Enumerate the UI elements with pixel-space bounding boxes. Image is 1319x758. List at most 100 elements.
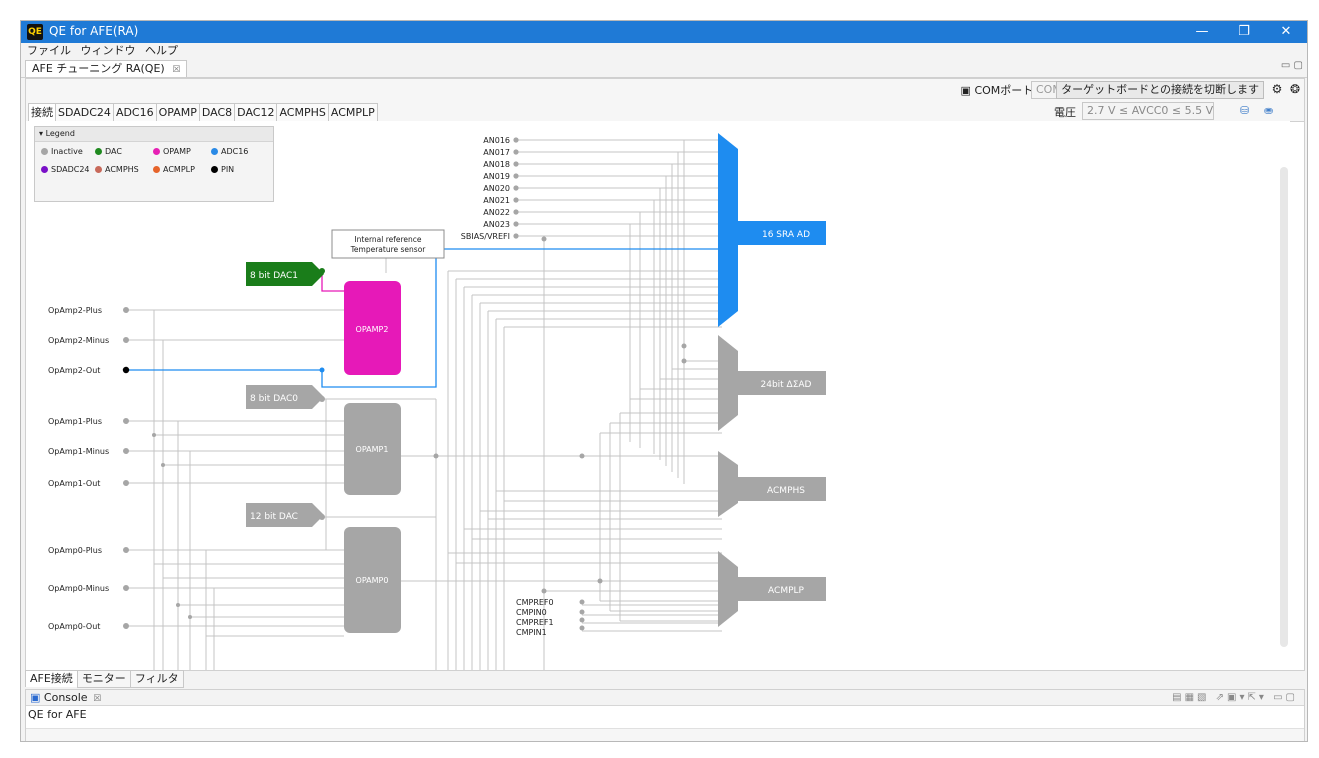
close-console-icon[interactable]: ☒ [93,694,101,704]
editor-tab-afe-tuning[interactable]: AFE チューニング RA(QE) ☒ [25,60,188,77]
internal-ref-label: Internal reference [354,235,421,244]
menu-help[interactable]: ヘルプ [145,43,178,59]
tab-connection[interactable]: 接続 [28,103,56,121]
dac12-label: 12 bit DAC [250,512,298,522]
active-adc-wire [126,248,722,388]
menu-window[interactable]: ウィンドウ [81,43,136,59]
adc16-label: 16 SRA AD [762,230,810,240]
voltage-select[interactable]: 2.7 V ≤ AVCC0 ≤ 5.5 V [1082,102,1214,120]
vertical-scrollbar[interactable] [1280,167,1288,647]
an-label: AN021 [483,196,510,205]
help-icon[interactable]: ❂ [1288,82,1302,96]
an-label: AN020 [483,184,510,193]
acmplp-label: ACMPLP [768,586,804,596]
sdadc24-label: 24bit ΔΣAD [761,380,812,390]
app-window: QE QE for AFE(RA) — ❐ ✕ ファイル ウィンドウ ヘルプ A… [20,20,1308,742]
close-button[interactable]: ✕ [1265,21,1307,43]
active-opamp-wire [321,271,344,292]
pin-label: OpAmp1-Plus [48,417,102,426]
minimize-maximize-icon[interactable]: ▭ ▢ [1281,60,1303,71]
console-header: ▣ Console ☒ ▤▦▧ ⇗▣▾⇱▾ ▭▢ [26,690,1304,706]
disconnect-button[interactable]: ターゲットボードとの接続を切断します [1056,81,1264,99]
temp-sensor-label: Temperature sensor [350,245,427,254]
an-dots [513,137,519,239]
tab-monitor[interactable]: モニター [76,670,131,688]
dac0-label: 8 bit DAC0 [250,394,298,404]
voltage-label: 電圧 [1054,106,1076,119]
pin-label: OpAmp0-Plus [48,546,102,555]
left-pins: OpAmp2-Plus OpAmp2-Minus OpAmp2-Out OpAm… [48,306,109,631]
console-toolbar-icons[interactable]: ▤▦▧ ⇗▣▾⇱▾ ▭▢ [1172,690,1298,705]
pin-label: OpAmp2-Plus [48,306,102,315]
dac1-block[interactable]: 8 bit DAC1 [246,262,324,286]
cmp-label: CMPREF1 [516,618,554,627]
tab-afe-connection[interactable]: AFE接続 [25,670,78,687]
an-pins: AN016 AN017 AN018 AN019 AN020 AN021 AN02… [461,136,510,241]
an-label: SBIAS/VREFI [461,232,510,241]
panel-tab-row: 接続 SDADC24 ADC16 OPAMP DAC8 DAC12 ACMPHS… [26,101,1304,122]
cmp-label: CMPIN0 [516,608,547,617]
opamp2-label: OPAMP2 [356,325,389,334]
afe-tuning-panel: ▣ COMポート: COM4 ターゲットボードとの接続を切断します ⚙ ❂ 接続… [25,78,1305,671]
dac12-block[interactable]: 12 bit DAC [246,503,324,527]
tab-filter[interactable]: フィルタ [129,670,184,688]
panel-tabs: 接続 SDADC24 ADC16 OPAMP DAC8 DAC12 ACMPHS… [28,103,378,121]
export-icon[interactable]: ⛂ [1264,104,1278,118]
console-view: ▣ Console ☒ ▤▦▧ ⇗▣▾⇱▾ ▭▢ QE for AFE [25,689,1305,741]
acmplp-block[interactable]: ACMPLP [718,551,826,627]
cmp-label: CMPREF0 [516,598,554,607]
an-label: AN022 [483,208,510,217]
console-icon: ▣ [30,691,41,704]
adc16-block[interactable]: 16 SRA AD [718,133,826,327]
opamp1-label: OPAMP1 [356,445,389,454]
cmp-label: CMPIN1 [516,628,547,637]
an-label: AN016 [483,136,510,145]
title-bar: QE QE for AFE(RA) — ❐ ✕ [21,21,1307,43]
an-label: AN018 [483,160,510,169]
tab-opamp[interactable]: OPAMP [155,103,200,121]
editor-tab-bar: AFE チューニング RA(QE) ☒ ▭ ▢ [21,59,1307,78]
import-icon[interactable]: ⛁ [1240,104,1254,118]
sdadc24-block[interactable]: 24bit ΔΣAD [718,335,826,431]
pin-label: OpAmp0-Minus [48,584,109,593]
restore-button[interactable]: ❐ [1223,21,1265,43]
app-logo-icon: QE [27,24,43,40]
tab-acmplp[interactable]: ACMPLP [327,103,378,121]
window-title: QE for AFE(RA) [49,24,139,38]
console-tab[interactable]: Console [44,691,88,704]
pin-label: OpAmp0-Out [48,622,100,631]
tab-acmphs[interactable]: ACMPHS [276,103,329,121]
cmp-pins: CMPREF0 CMPIN0 CMPREF1 CMPIN1 [516,598,554,637]
menu-file[interactable]: ファイル [27,43,71,59]
close-tab-icon[interactable]: ☒ [172,65,180,75]
acmphs-block[interactable]: ACMPHS [718,451,826,517]
tab-dac8[interactable]: DAC8 [198,103,236,121]
opamp0-block[interactable]: OPAMP0 [344,527,401,633]
opamp0-label: OPAMP0 [356,576,389,585]
settings-icon[interactable]: ⚙ [1270,82,1284,96]
dac0-block[interactable]: 8 bit DAC0 [246,385,324,409]
pin-label: OpAmp2-Minus [48,336,109,345]
minimize-button[interactable]: — [1181,21,1223,43]
com-port-icon: ▣ [960,84,971,97]
pin-label: OpAmp1-Out [48,479,100,488]
menu-bar: ファイル ウィンドウ ヘルプ [21,43,1307,59]
tab-dac12[interactable]: DAC12 [234,103,278,121]
connection-toolbar: ▣ COMポート: COM4 ターゲットボードとの接続を切断します ⚙ ❂ [26,79,1304,101]
tab-adc16[interactable]: ADC16 [112,103,157,121]
com-port-label: ▣ COMポート: [960,84,1037,97]
internal-reference-box: Internal reference Temperature sensor [331,229,445,259]
opamp1-block[interactable]: OPAMP1 [344,403,401,495]
diagram-svg: OpAmp2-Plus OpAmp2-Minus OpAmp2-Out OpAm… [48,133,826,670]
opamp2-block[interactable]: OPAMP2 [344,281,401,375]
an-label: AN023 [483,220,510,229]
horizontal-scrollbar[interactable] [26,728,1304,741]
connection-diagram: ▾ Legend Inactive DAC OPAMP ADC16 SDADC2… [26,121,1290,670]
wire-lines [126,139,722,670]
voltage-control: 電圧 2.7 V ≤ AVCC0 ≤ 5.5 V ⛁ ⛂ [1054,102,1304,120]
console-output: QE for AFE [28,708,87,721]
an-label: AN019 [483,172,510,181]
an-label: AN017 [483,148,510,157]
tab-sdadc24[interactable]: SDADC24 [55,103,114,121]
acmphs-label: ACMPHS [767,486,805,496]
